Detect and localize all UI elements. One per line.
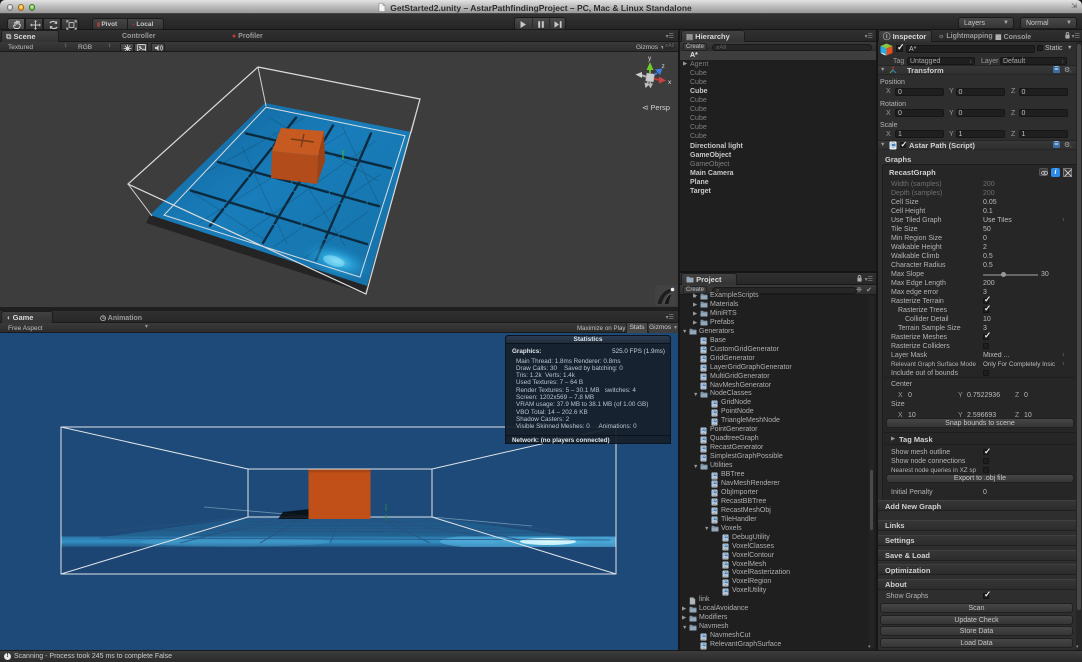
svg-text:⊲ Persp: ⊲ Persp — [642, 103, 670, 112]
svg-text:z: z — [662, 63, 665, 70]
